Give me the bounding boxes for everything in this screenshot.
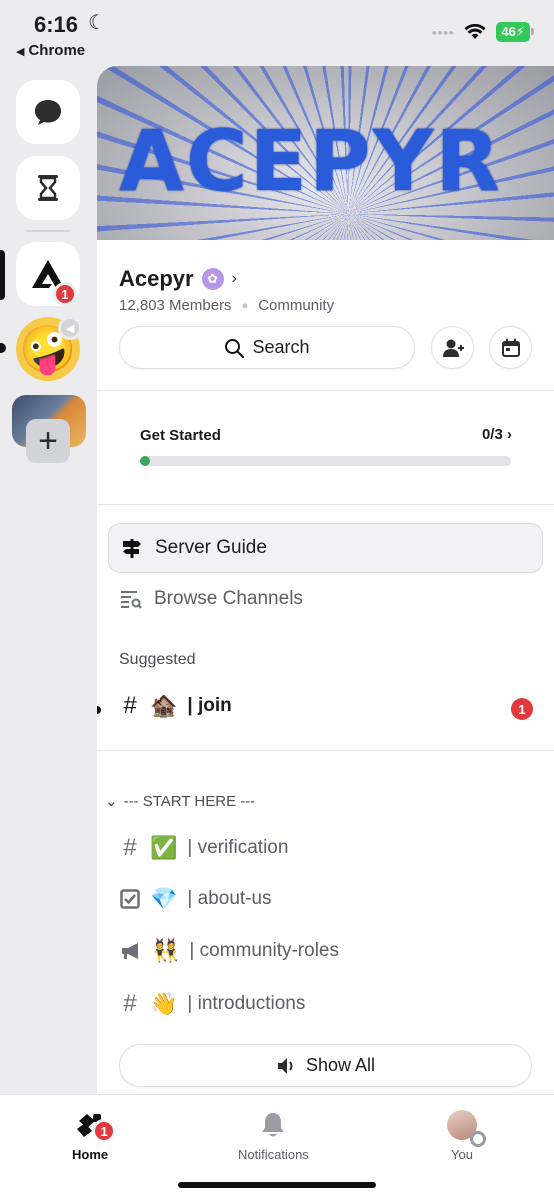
chevron-right-icon: › — [507, 426, 512, 443]
home-servers-icon: 1 — [74, 1109, 117, 1143]
server-guide-label: Server Guide — [155, 537, 267, 558]
channel-name: | about-us — [187, 888, 272, 909]
status-indicators: •••• 46⚡ — [432, 22, 534, 42]
hash-icon: # — [123, 692, 137, 719]
status-time: 6:16 — [34, 12, 79, 37]
rail-divider — [26, 230, 70, 232]
meta-separator: ● — [241, 299, 249, 312]
show-all-button[interactable]: Show All — [119, 1044, 532, 1087]
channel-emoji: ✅ — [150, 835, 178, 860]
home-indicator — [178, 1182, 376, 1188]
channel-name: | verification — [187, 837, 289, 858]
direct-messages-button[interactable] — [16, 80, 80, 144]
calendar-icon — [501, 338, 520, 357]
banner-title: ACEPYR — [119, 112, 503, 210]
channel-name: | community-roles — [189, 940, 339, 961]
member-count: 12,803 Members — [119, 297, 232, 314]
divider — [97, 504, 554, 505]
back-app-label: Chrome — [28, 42, 86, 59]
channel-name: | introductions — [187, 993, 306, 1014]
chat-bubble-icon — [35, 100, 61, 125]
focus-moon-icon: ☾ — [88, 12, 106, 34]
server-guide-item[interactable]: Server Guide — [108, 523, 543, 573]
selected-server-pill — [0, 250, 5, 300]
you-avatar — [446, 1109, 486, 1147]
divider — [97, 750, 554, 751]
tab-notifications[interactable]: Notifications — [238, 1109, 309, 1162]
tab-you-label: You — [451, 1147, 473, 1162]
browse-channels-item[interactable]: Browse Channels — [120, 588, 303, 610]
hourglass-icon — [38, 175, 58, 201]
channel-about-us[interactable]: 💎 | about-us — [120, 886, 272, 912]
category-start-here[interactable]: ⌄ --- START HERE --- — [105, 792, 256, 811]
channel-community-roles[interactable]: 👯 | community-roles — [120, 938, 339, 964]
home-badge: 1 — [92, 1119, 117, 1143]
back-triangle-icon: ◀ — [16, 46, 25, 58]
channel-mention-badge: 1 — [511, 698, 533, 720]
server-type: Community — [258, 297, 335, 314]
channel-emoji: 👋 — [150, 991, 178, 1016]
category-name: --- START HERE --- — [123, 792, 256, 810]
divider — [97, 390, 554, 391]
channel-name: | join — [187, 695, 232, 716]
channel-emoji: 🏚️ — [150, 693, 178, 718]
server-banner: ACEPYR — [97, 66, 554, 240]
channel-introductions[interactable]: # 👋 | introductions — [120, 990, 305, 1018]
channel-emoji: 💎 — [150, 886, 178, 911]
plus-icon: + — [38, 421, 58, 460]
hash-icon: # — [123, 834, 137, 861]
status-bar: 6:16 ☾ ◀ Chrome •••• 46⚡ — [0, 0, 554, 62]
show-all-label: Show All — [305, 1055, 376, 1075]
add-user-icon — [442, 339, 464, 357]
signpost-icon — [123, 539, 141, 558]
offline-status-icon — [470, 1131, 486, 1147]
channel-emoji: 👯 — [152, 938, 180, 963]
unread-channel-dot — [97, 706, 101, 714]
search-label: Search — [252, 337, 310, 357]
bell-icon — [257, 1109, 289, 1141]
wifi-icon — [464, 24, 486, 39]
channel-verification[interactable]: # ✅ | verification — [120, 834, 288, 862]
chevron-right-icon: › — [231, 270, 237, 287]
suggested-heading: Suggested — [119, 651, 196, 668]
search-icon — [225, 338, 245, 358]
search-button[interactable]: Search — [119, 326, 415, 369]
get-started-count: 0/3 › — [482, 426, 512, 443]
tab-you[interactable]: You — [446, 1109, 486, 1162]
speaker-icon — [277, 1057, 293, 1074]
unread-server-indicator — [0, 343, 6, 353]
charging-bolt-icon: ⚡ — [515, 24, 525, 39]
rules-icon — [120, 889, 140, 909]
voice-speaker-icon: ◀ — [58, 316, 82, 340]
events-button[interactable] — [489, 326, 532, 369]
chevron-down-icon: ⌄ — [105, 793, 118, 810]
battery-indicator: 46⚡ — [496, 22, 534, 42]
get-started-title: Get Started — [140, 427, 221, 444]
add-server-button[interactable]: + — [26, 419, 70, 463]
server-mention-badge: 1 — [53, 282, 77, 306]
boost-badge-icon: ✿ — [201, 268, 224, 290]
server-meta: 12,803 Members ● Community — [119, 297, 334, 314]
server-header-button[interactable]: Acepyr ✿ › — [119, 266, 237, 292]
battery-level: 46 — [501, 24, 516, 39]
announcement-icon — [122, 943, 138, 959]
signal-dots-icon: •••• — [432, 24, 455, 40]
get-started-progress-track — [140, 456, 511, 466]
get-started-progress-text: 0/3 — [481, 426, 503, 443]
server-panel: ACEPYR Acepyr ✿ › 12,803 Members ● Commu… — [97, 66, 554, 1094]
back-to-app-link[interactable]: ◀ Chrome — [16, 42, 85, 59]
hash-icon: # — [123, 990, 137, 1017]
server-name: Acepyr — [119, 266, 194, 291]
browse-channels-label: Browse Channels — [154, 588, 303, 609]
hourglass-button[interactable] — [16, 156, 80, 220]
get-started-progress-fill — [140, 456, 150, 466]
invite-members-button[interactable] — [431, 326, 474, 369]
tab-home[interactable]: 1 Home — [72, 1109, 117, 1162]
tab-notifications-label: Notifications — [238, 1147, 309, 1162]
tab-home-label: Home — [72, 1147, 109, 1162]
server-rail: 1 🤪 ◀ + — [0, 62, 97, 1094]
channel-join[interactable]: # 🏚️ | join — [120, 692, 232, 720]
browse-list-icon — [121, 591, 142, 609]
